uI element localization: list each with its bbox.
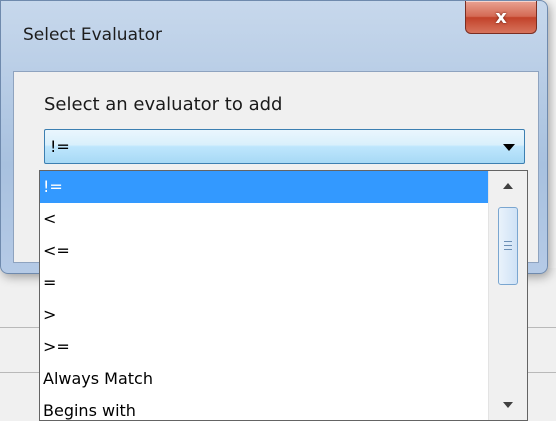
evaluator-combobox[interactable]: != — [44, 129, 525, 164]
close-button[interactable]: x — [465, 1, 537, 34]
background-divider — [528, 327, 556, 328]
list-item[interactable]: > — [40, 299, 489, 331]
grip-line — [504, 241, 512, 242]
evaluator-prompt-label: Select an evaluator to add — [44, 94, 283, 115]
vertical-scrollbar[interactable] — [488, 171, 527, 420]
list-item[interactable]: Always Match — [40, 363, 489, 395]
list-item[interactable]: >= — [40, 331, 489, 363]
grip-line — [504, 249, 512, 250]
list-item[interactable]: < — [40, 203, 489, 235]
background-divider — [0, 372, 39, 373]
background-divider — [0, 327, 39, 328]
close-icon: x — [495, 6, 507, 28]
dialog-title: Select Evaluator — [23, 25, 163, 45]
list-item[interactable]: Begins with — [40, 395, 489, 420]
background-divider — [528, 372, 556, 373]
scroll-down-arrow-icon[interactable] — [489, 390, 527, 420]
list-item[interactable]: <= — [40, 235, 489, 267]
list-item[interactable]: = — [40, 267, 489, 299]
list-item[interactable]: != — [40, 171, 489, 203]
evaluator-dropdown-list: != < <= = > >= Always Match Begins with — [39, 170, 528, 421]
dropdown-items: != < <= = > >= Always Match Begins with — [40, 171, 489, 420]
scroll-up-arrow-icon[interactable] — [489, 171, 527, 201]
grip-line — [504, 245, 512, 246]
chevron-down-icon[interactable] — [503, 144, 515, 151]
scrollbar-thumb[interactable] — [498, 207, 518, 285]
combobox-value: != — [50, 137, 70, 156]
